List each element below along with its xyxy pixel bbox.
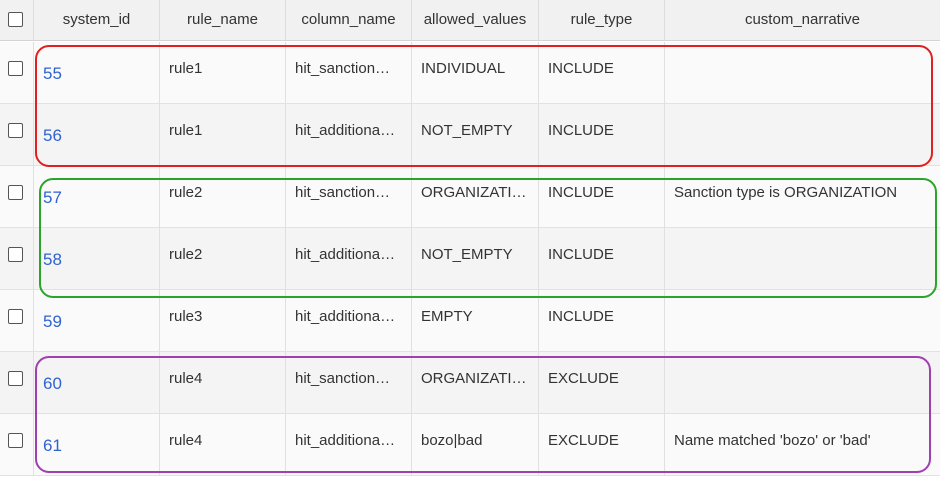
cell-custom-narrative: Sanction type is ORGANIZATION [674,184,898,201]
cell-rule-name: rule4 [160,352,286,414]
cell-rule-type: INCLUDE [539,290,665,352]
cell-column-name: hit_additiona… [286,290,412,352]
row-select-cell [0,228,34,290]
cell-allowed-values: EMPTY [412,290,539,352]
cell-rule-type: EXCLUDE [539,352,665,414]
cell-rule-name: rule2 [160,228,286,290]
cell-allowed-values: ORGANIZATI… [412,166,539,228]
header-system-id[interactable]: system_id [34,0,160,40]
cell-column-name: hit_additiona… [286,104,412,166]
cell-custom-narrative [665,290,940,352]
cell-column-name: hit_sanction… [286,352,412,414]
cell-allowed-values: INDIVIDUAL [412,42,539,104]
header-rule-name[interactable]: rule_name [160,0,286,40]
table-row[interactable]: 58 rule2 hit_additiona… NOT_EMPTY INCLUDE [0,228,940,290]
row-checkbox[interactable] [8,185,23,200]
cell-rule-type: INCLUDE [539,166,665,228]
cell-system-id[interactable]: 55 [34,42,160,104]
cell-custom-narrative: Name matched 'bozo' or 'bad' [674,432,871,449]
cell-rule-name: rule1 [160,104,286,166]
cell-rule-name: rule2 [160,166,286,228]
header-allowed-values[interactable]: allowed_values [412,0,539,40]
table-row[interactable]: 61 rule4 hit_additiona… bozo|bad EXCLUDE Name… [0,414,940,476]
cell-allowed-values: ORGANIZATI… [412,352,539,414]
cell-allowed-values: NOT_EMPTY [412,104,539,166]
row-checkbox[interactable] [8,371,23,386]
cell-rule-name: rule1 [160,42,286,104]
row-select-cell [0,42,34,104]
row-checkbox[interactable] [8,123,23,138]
cell-system-id[interactable]: 57 [34,166,160,228]
row-select-cell [0,290,34,352]
cell-rule-type: INCLUDE [539,228,665,290]
row-checkbox[interactable] [8,309,23,324]
cell-system-id[interactable]: 59 [34,290,160,352]
row-select-cell [0,166,34,228]
cell-custom-narrative [665,352,940,414]
cell-system-id[interactable]: 56 [34,104,160,166]
cell-system-id[interactable]: 61 [34,414,160,476]
cell-column-name: hit_sanction… [286,166,412,228]
table-row[interactable]: 55 rule1 hit_sanction… INDIVIDUAL INCLUDE [0,42,940,104]
cell-system-id[interactable]: 58 [34,228,160,290]
cell-allowed-values: bozo|bad [412,414,539,476]
cell-rule-type: INCLUDE [539,104,665,166]
cell-rule-type: INCLUDE [539,42,665,104]
select-all-cell [0,0,34,40]
cell-system-id[interactable]: 60 [34,352,160,414]
cell-allowed-values: NOT_EMPTY [412,228,539,290]
header-rule-type[interactable]: rule_type [539,0,665,40]
grid-header: system_id rule_name column_name allowed_… [0,0,940,41]
cell-custom-narrative [665,228,940,290]
cell-rule-type: EXCLUDE [539,414,665,476]
table-row[interactable]: 60 rule4 hit_sanction… ORGANIZATI… EXCLUDE [0,352,940,414]
row-select-cell [0,414,34,476]
row-checkbox[interactable] [8,247,23,262]
cell-column-name: hit_additiona… [286,414,412,476]
header-column-name[interactable]: column_name [286,0,412,40]
row-checkbox[interactable] [8,61,23,76]
row-select-cell [0,104,34,166]
table-row[interactable]: 56 rule1 hit_additiona… NOT_EMPTY INCLUDE [0,104,940,166]
row-checkbox[interactable] [8,433,23,448]
table-row[interactable]: 57 rule2 hit_sanction… ORGANIZATI… INCLUDE Sa… [0,166,940,228]
cell-rule-name: rule3 [160,290,286,352]
cell-custom-narrative [665,42,940,104]
select-all-checkbox[interactable] [8,12,23,27]
table-row[interactable]: 59 rule3 hit_additiona… EMPTY INCLUDE [0,290,940,352]
row-select-cell [0,352,34,414]
cell-custom-narrative [665,104,940,166]
cell-column-name: hit_additiona… [286,228,412,290]
cell-column-name: hit_sanction… [286,42,412,104]
header-custom-narrative[interactable]: custom_narrative [665,0,940,40]
cell-rule-name: rule4 [160,414,286,476]
